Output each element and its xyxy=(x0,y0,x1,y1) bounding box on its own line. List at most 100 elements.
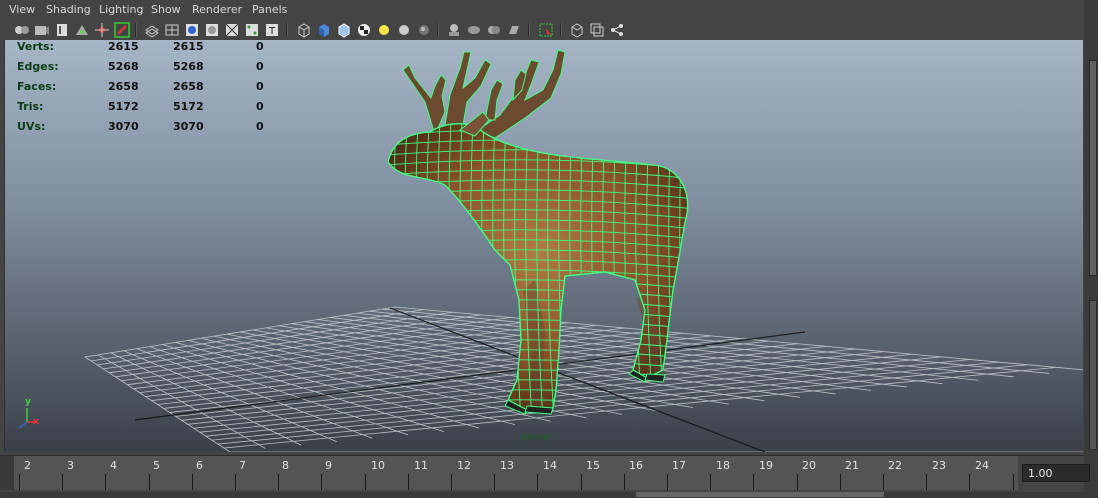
title-safe-icon[interactable]: T xyxy=(264,22,280,38)
frame-number: 10 xyxy=(371,459,385,472)
scene-canvas[interactable] xyxy=(5,40,1083,452)
ground-grid xyxy=(83,306,1083,452)
right-scrollbar-lower[interactable] xyxy=(1089,300,1097,450)
two-views-icon[interactable] xyxy=(589,22,605,38)
xray-icon[interactable] xyxy=(466,22,482,38)
frame-number: 19 xyxy=(759,459,773,472)
toolbar-separator xyxy=(135,23,137,37)
lights-icon[interactable] xyxy=(376,22,392,38)
frame-number: 12 xyxy=(457,459,471,472)
frame-tick xyxy=(451,474,452,490)
frame-tick xyxy=(235,474,236,490)
frame-tick xyxy=(710,474,712,490)
frame-number: 8 xyxy=(282,459,289,472)
frame-number: 6 xyxy=(196,459,203,472)
hud-label-faces: Faces: xyxy=(17,80,57,93)
axis-y-label: y xyxy=(25,397,31,407)
frame-number: 7 xyxy=(239,459,246,472)
hud-label-verts: Verts: xyxy=(17,40,55,53)
grid-icon[interactable] xyxy=(164,22,180,38)
single-view-icon[interactable] xyxy=(569,22,585,38)
panel-toolbar: T xyxy=(0,20,1084,40)
frame-tick xyxy=(494,474,496,490)
range-slider-bar xyxy=(0,492,1084,498)
maya-window: View Shading Lighting Show Renderer Pane… xyxy=(0,0,1098,498)
grease-pencil-icon[interactable] xyxy=(114,22,130,38)
menu-show[interactable]: Show xyxy=(151,3,181,16)
hud-value: 3070 xyxy=(173,120,204,133)
isolate-select-icon[interactable] xyxy=(446,22,462,38)
time-slider-track[interactable] xyxy=(14,456,1018,490)
right-scrollbar[interactable] xyxy=(1089,60,1097,276)
resolution-gate-icon[interactable] xyxy=(204,22,220,38)
ambient-occlusion-icon[interactable] xyxy=(416,22,432,38)
frame-tick xyxy=(926,474,928,490)
frame-number: 21 xyxy=(845,459,859,472)
menu-renderer[interactable]: Renderer xyxy=(192,3,242,16)
frame-number: 20 xyxy=(802,459,816,472)
range-slider-handle[interactable] xyxy=(636,492,884,497)
wireframe-icon[interactable] xyxy=(144,22,160,38)
panel-menu-bar: View Shading Lighting Show Renderer Pane… xyxy=(0,0,1084,20)
frame-number: 22 xyxy=(888,459,902,472)
menu-view[interactable]: View xyxy=(9,3,35,16)
frame-tick xyxy=(839,474,841,490)
axis-x-label: x xyxy=(33,417,39,427)
frame-number: 5 xyxy=(153,459,160,472)
frame-number: 11 xyxy=(414,459,428,472)
image-plane-icon[interactable] xyxy=(74,22,90,38)
hud-value: 2615 xyxy=(108,40,139,53)
frame-number: 3 xyxy=(67,459,74,472)
hud-value: 3070 xyxy=(108,120,139,133)
menu-panels[interactable]: Panels xyxy=(252,3,287,16)
hud-value: 2658 xyxy=(173,80,204,93)
frame-number: 2 xyxy=(24,459,31,472)
hud-label-uvs: UVs: xyxy=(17,120,46,133)
gate-mask-icon[interactable] xyxy=(224,22,240,38)
hud-value: 5268 xyxy=(108,60,139,73)
frame-number: 24 xyxy=(975,459,989,472)
camera-attributes-icon[interactable] xyxy=(34,22,50,38)
hud-label-edges: Edges: xyxy=(17,60,59,73)
xray-joints-icon[interactable] xyxy=(486,22,502,38)
layout-share-icon[interactable] xyxy=(609,22,625,38)
menu-shading[interactable]: Shading xyxy=(46,3,91,16)
xray-components-icon[interactable] xyxy=(506,22,522,38)
menu-lighting[interactable]: Lighting xyxy=(99,3,143,16)
select-highlight-icon[interactable] xyxy=(538,22,554,38)
textured-icon[interactable] xyxy=(356,22,372,38)
toolbar-separator xyxy=(528,23,530,37)
select-camera-icon[interactable] xyxy=(14,22,30,38)
frame-tick xyxy=(537,474,539,490)
smooth-shade-all-icon[interactable] xyxy=(316,22,332,38)
camera-name-label: persp xyxy=(521,432,550,443)
frame-tick xyxy=(321,474,323,490)
hud-value: 5172 xyxy=(108,100,139,113)
frame-number: 9 xyxy=(325,459,332,472)
wireframe-shade-icon[interactable] xyxy=(296,22,312,38)
current-time-field[interactable] xyxy=(1022,464,1090,482)
default-material-icon[interactable] xyxy=(336,22,352,38)
hud-value: 0 xyxy=(256,80,264,93)
hud-value: 0 xyxy=(256,100,264,113)
safe-action-icon[interactable] xyxy=(244,22,260,38)
frame-number: 15 xyxy=(586,459,600,472)
2d-pan-zoom-icon[interactable] xyxy=(94,22,110,38)
hud-value: 2658 xyxy=(108,80,139,93)
shadows-icon[interactable] xyxy=(396,22,412,38)
svg-text:T: T xyxy=(268,26,276,37)
frame-tick xyxy=(407,474,409,490)
frame-tick xyxy=(148,474,150,490)
hud-value: 0 xyxy=(256,40,264,53)
frame-tick xyxy=(19,474,20,490)
frame-tick xyxy=(753,474,755,490)
film-gate-icon[interactable] xyxy=(184,22,200,38)
frame-tick xyxy=(1012,474,1014,490)
perspective-viewport[interactable]: Verts: 2615 2615 0 Edges: 5268 5268 0 Fa… xyxy=(4,40,1083,452)
frame-tick xyxy=(667,474,668,490)
frame-tick xyxy=(580,474,582,490)
frame-number: 4 xyxy=(110,459,117,472)
bookmark-icon[interactable] xyxy=(54,22,70,38)
frame-tick xyxy=(364,474,366,490)
frame-number: 16 xyxy=(629,459,643,472)
